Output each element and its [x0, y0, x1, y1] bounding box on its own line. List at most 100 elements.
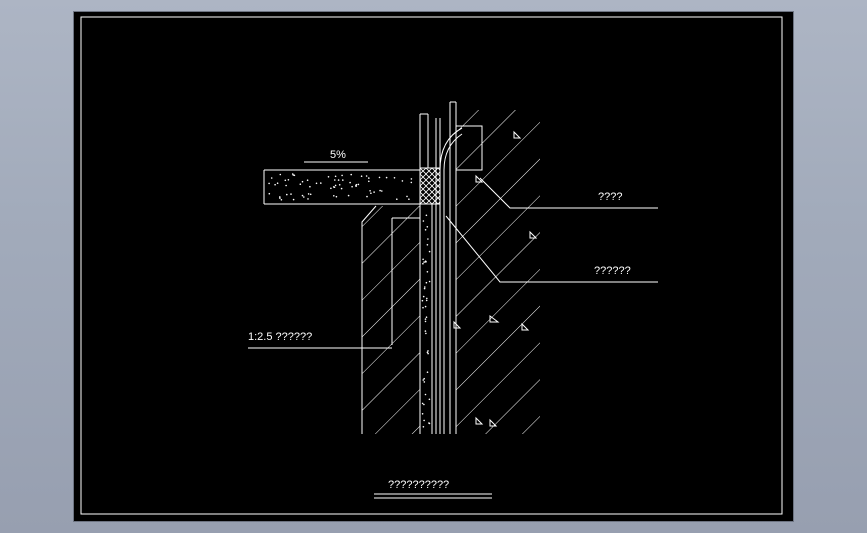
texture-dot — [422, 295, 425, 298]
texture-dot — [303, 196, 305, 198]
texture-dot — [309, 193, 312, 196]
texture-dot — [341, 174, 343, 177]
texture-dot — [334, 184, 337, 187]
texture-dot — [368, 180, 370, 183]
texture-dot — [428, 422, 430, 424]
texture-dot — [307, 193, 310, 195]
drawing-title: ?????????? — [388, 479, 449, 491]
texture-dot — [299, 183, 302, 185]
texture-dot — [284, 179, 287, 182]
texture-dot — [268, 182, 270, 185]
cad-detail-drawing: 5% ???? ?????? 1:2.5 ?????? ?????????? — [80, 16, 783, 515]
texture-dot — [320, 182, 322, 184]
texture-dot — [424, 229, 427, 231]
texture-dot — [365, 175, 368, 177]
texture-dot — [369, 190, 371, 192]
texture-dot — [424, 320, 427, 323]
slope-label: 5% — [330, 149, 346, 161]
texture-dot — [290, 193, 292, 195]
texture-dot — [291, 173, 294, 175]
texture-dot — [349, 181, 351, 184]
texture-dot — [279, 197, 281, 199]
texture-dot — [368, 177, 370, 179]
texture-dot — [279, 173, 282, 176]
texture-dot — [301, 194, 304, 197]
texture-dot — [408, 198, 410, 200]
mortar-texture — [421, 214, 431, 428]
texture-dot — [425, 214, 428, 217]
texture-dot — [423, 377, 426, 380]
texture-dot — [292, 198, 295, 201]
texture-dot — [421, 299, 424, 302]
texture-dot — [335, 195, 338, 198]
texture-dot — [428, 398, 431, 401]
texture-dot — [426, 226, 429, 228]
texture-dot — [270, 177, 273, 179]
texture-dot — [327, 176, 330, 178]
texture-dot — [424, 318, 427, 320]
texture-dot — [425, 316, 428, 319]
slab-concrete-texture — [268, 173, 413, 201]
texture-dot — [307, 198, 309, 200]
texture-dot — [350, 173, 353, 176]
texture-dot — [370, 192, 372, 194]
texture-dot — [427, 350, 429, 352]
texture-dot — [373, 191, 375, 193]
texture-dot — [378, 176, 381, 179]
texture-dot — [274, 183, 276, 186]
texture-dot — [427, 238, 429, 240]
texture-dot — [425, 281, 428, 284]
texture-dot — [333, 195, 335, 197]
texture-dot — [426, 297, 428, 300]
texture-dot — [385, 176, 388, 179]
svg-text:??????: ?????? — [594, 265, 631, 277]
texture-dot — [337, 179, 340, 181]
texture-dot — [401, 180, 404, 182]
texture-dot — [410, 178, 413, 180]
texture-dot — [276, 182, 279, 184]
texture-dot — [334, 179, 336, 181]
texture-dot — [351, 185, 353, 188]
texture-dot — [426, 244, 429, 246]
texture-dot — [410, 181, 413, 184]
texture-dot — [424, 286, 426, 288]
texture-dot — [424, 330, 427, 332]
texture-dot — [340, 187, 343, 190]
texture-dot — [423, 261, 425, 263]
texture-dot — [422, 426, 425, 428]
texture-dot — [423, 381, 426, 383]
texture-dot — [422, 262, 424, 265]
texture-dot — [285, 184, 287, 187]
texture-dot — [315, 182, 318, 185]
texture-dot — [424, 305, 427, 308]
texture-dot — [422, 306, 424, 309]
left-wall — [361, 205, 420, 434]
texture-dot — [406, 195, 408, 198]
texture-dot — [347, 194, 350, 197]
texture-dot — [421, 402, 424, 405]
texture-dot — [287, 179, 290, 181]
texture-dot — [309, 185, 311, 188]
texture-dot — [428, 250, 431, 253]
texture-dot — [423, 287, 426, 290]
texture-dot — [422, 258, 424, 261]
texture-dot — [301, 180, 304, 183]
svg-text:1:2.5 ??????: 1:2.5 ?????? — [248, 331, 312, 343]
texture-dot — [422, 220, 425, 222]
texture-dot — [280, 199, 283, 201]
texture-dot — [425, 299, 428, 302]
texture-dot — [338, 184, 341, 186]
texture-dot — [425, 332, 427, 335]
texture-dot — [306, 179, 309, 181]
texture-dot — [428, 280, 431, 283]
right-wall — [456, 110, 540, 434]
texture-dot — [424, 393, 427, 396]
texture-dot — [421, 413, 424, 415]
texture-dot — [330, 187, 332, 190]
texture-dot — [396, 198, 398, 200]
svg-text:????: ???? — [598, 191, 622, 203]
texture-dot — [286, 193, 288, 196]
texture-dot — [334, 175, 337, 178]
texture-dot — [393, 177, 396, 179]
texture-dot — [425, 261, 427, 263]
